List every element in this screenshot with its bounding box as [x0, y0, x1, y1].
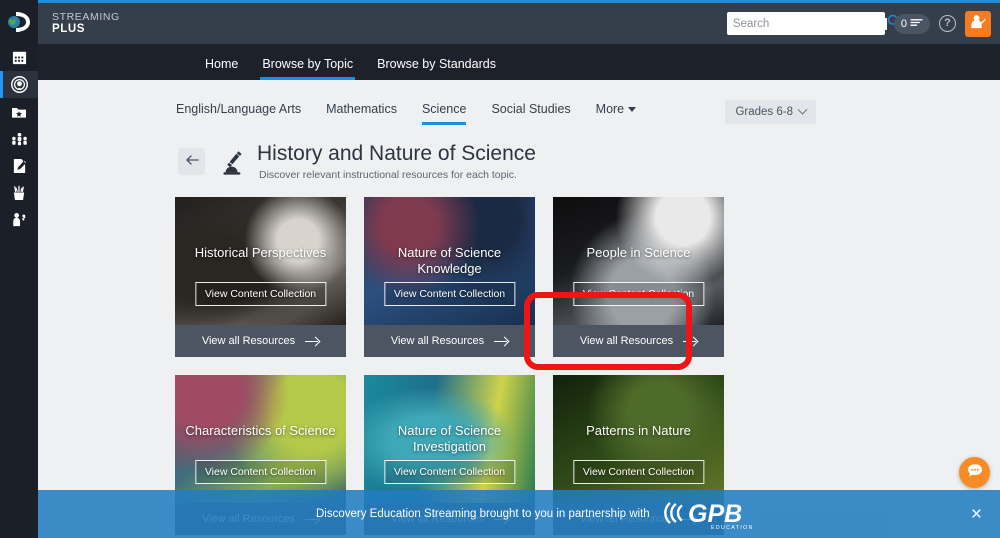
view-content-collection-button[interactable]: View Content Collection: [572, 282, 705, 307]
topic-card[interactable]: People in Science View Content Collectio…: [553, 197, 724, 358]
card-title: Characteristics of Science: [185, 423, 336, 439]
sidebar-item-resources[interactable]: [0, 179, 38, 206]
brand-line-2: PLUS: [52, 22, 86, 35]
subject-tab-more[interactable]: More: [595, 101, 637, 123]
sidebar-item-assignments[interactable]: [0, 152, 38, 179]
view-all-resources-label: View all Resources: [390, 335, 485, 348]
page-content: English/Language Arts Mathematics Scienc…: [38, 80, 1000, 538]
back-arrow-icon: [185, 154, 199, 169]
view-all-resources-button[interactable]: View all Resources: [364, 325, 535, 358]
brand-lockup: STREAMING PLUS: [52, 11, 120, 36]
calendar-icon: [12, 50, 27, 65]
view-all-resources-button[interactable]: View all Resources: [553, 325, 724, 358]
sidebar-item-favorites[interactable]: [0, 98, 38, 125]
arrow-right-icon: [305, 337, 319, 346]
card-title: Nature of Science Knowledge: [397, 245, 502, 277]
list-lines-icon: [910, 18, 923, 30]
card-title: Nature of Science Investigation: [397, 423, 502, 455]
chat-bubble-icon: [967, 463, 983, 483]
help-button[interactable]: ?: [939, 15, 956, 32]
search-box[interactable]: [726, 12, 901, 35]
sidebar-item-streaming[interactable]: [0, 71, 38, 98]
arrow-right-icon: [683, 337, 697, 346]
add-user-button[interactable]: [965, 10, 991, 37]
cart-count: 0: [900, 17, 907, 30]
topic-card-grid: Historical Perspectives View Content Col…: [38, 197, 868, 538]
svg-text:GPB: GPB: [688, 500, 742, 528]
view-all-resources-label: View all Resources: [201, 335, 296, 348]
view-content-collection-button[interactable]: View Content Collection: [383, 460, 516, 485]
view-content-collection-button[interactable]: View Content Collection: [194, 460, 327, 485]
subject-filter-bar: English/Language Arts Mathematics Scienc…: [38, 80, 1000, 126]
broadcast-icon: [10, 76, 28, 93]
person-tools-icon: [11, 212, 27, 228]
sidebar-item-classrooms[interactable]: [0, 125, 38, 152]
brand-line-1: STREAMING: [52, 10, 120, 23]
subject-tab-ela[interactable]: English/Language Arts: [176, 102, 301, 123]
search-input[interactable]: [732, 17, 887, 30]
grade-level-label: Grades 6-8: [735, 106, 793, 118]
discovery-education-logo-icon[interactable]: [0, 0, 38, 44]
card-title: Patterns in Nature: [586, 423, 691, 439]
app-root: STREAMING PLUS 0: [0, 0, 1000, 538]
arrow-right-icon: [494, 337, 508, 346]
nav-item-browse-by-topic[interactable]: Browse by Topic: [250, 57, 365, 80]
app-header: STREAMING PLUS 0: [38, 3, 1000, 44]
view-content-collection-button[interactable]: View Content Collection: [383, 282, 516, 307]
left-nav-rail: [0, 0, 38, 538]
banner-close-button[interactable]: ×: [971, 505, 982, 524]
subject-tab-science[interactable]: Science: [421, 102, 467, 125]
topic-card[interactable]: Historical Perspectives View Content Col…: [175, 197, 346, 358]
header-actions: 0 ?: [726, 10, 1000, 37]
page-subtitle: Discover relevant instructional resource…: [259, 169, 517, 182]
subject-tab-more-label: More: [595, 101, 625, 116]
page-title-block: History and Nature of Science Discover r…: [257, 142, 536, 181]
view-content-collection-button[interactable]: View Content Collection: [194, 282, 327, 307]
partnership-banner: Discovery Education Streaming brought to…: [38, 490, 1000, 538]
nav-item-browse-by-standards[interactable]: Browse by Standards: [365, 57, 508, 80]
page-header: History and Nature of Science Discover r…: [38, 142, 1000, 181]
grade-level-selector[interactable]: Grades 6-8: [725, 100, 816, 124]
people-group-icon: [11, 132, 28, 146]
topic-card[interactable]: Nature of Science Knowledge View Content…: [364, 197, 535, 358]
view-all-resources-button[interactable]: View all Resources: [175, 325, 346, 358]
nav-item-home[interactable]: Home: [193, 57, 250, 80]
chevron-down-icon: [797, 104, 808, 115]
page-title: History and Nature of Science: [257, 142, 536, 165]
main-nav: Home Browse by Topic Browse by Standards: [38, 44, 1000, 80]
sidebar-item-admin[interactable]: [0, 206, 38, 233]
view-content-collection-button[interactable]: View Content Collection: [572, 460, 705, 485]
add-user-icon: [970, 14, 986, 34]
card-title: Historical Perspectives: [194, 245, 327, 261]
svg-text:EDUCATION: EDUCATION: [711, 525, 754, 531]
subject-tab-mathematics[interactable]: Mathematics: [326, 102, 397, 123]
chat-support-button[interactable]: [959, 457, 990, 488]
banner-text: Discovery Education Streaming brought to…: [316, 508, 650, 520]
folder-star-icon: [11, 105, 27, 119]
subject-tab-social-studies[interactable]: Social Studies: [491, 102, 570, 123]
back-button[interactable]: [178, 148, 205, 176]
supplies-cup-icon: [11, 185, 27, 201]
view-all-resources-label: View all Resources: [579, 335, 674, 348]
cart-badge[interactable]: 0: [893, 13, 930, 34]
sidebar-item-calendar[interactable]: [0, 44, 38, 71]
microscope-icon: [219, 148, 247, 176]
caret-down-icon: [628, 106, 637, 112]
gpb-education-logo: GPB EDUCATION: [663, 497, 756, 531]
card-title: People in Science: [586, 245, 691, 261]
pencil-document-icon: [12, 158, 27, 174]
